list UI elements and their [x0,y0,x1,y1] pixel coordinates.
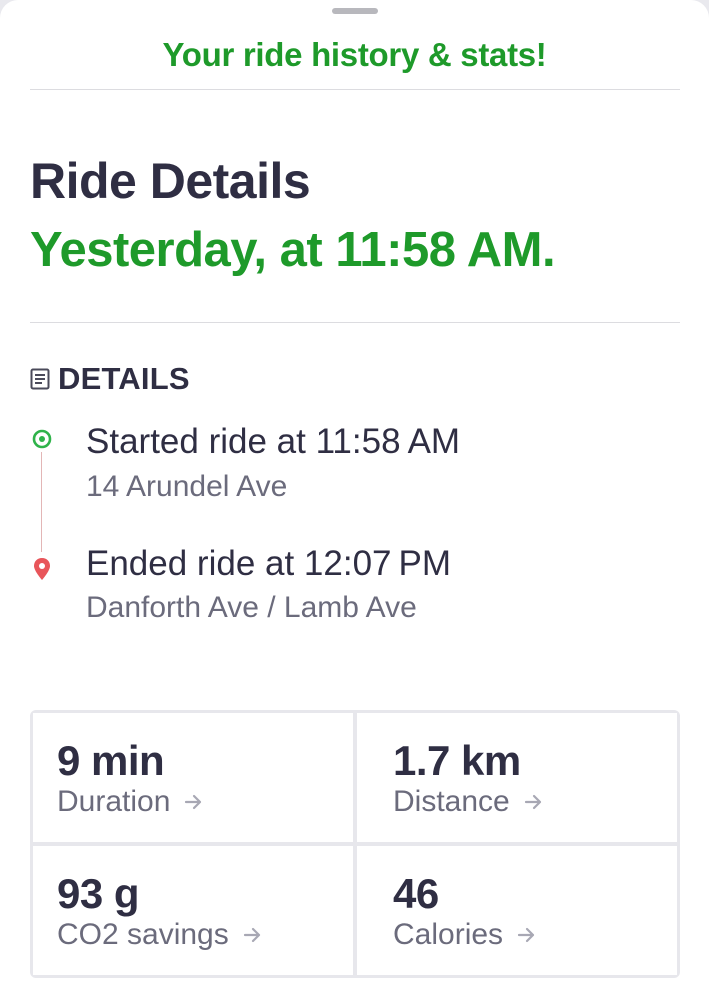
ride-details-sheet: Your ride history & stats! Ride Details … [0,0,709,1000]
stat-value: 9 min [57,737,165,784]
details-label: DETAILS [58,361,190,396]
document-icon [30,368,50,390]
sheet-grabber-handle[interactable] [332,8,378,14]
stat-label: Distance [393,785,544,819]
stat-distance[interactable]: 1.7 km Distance [357,713,677,842]
arrow-right-icon [517,927,535,943]
ride-end-address: Danforth Ave / Lamb Ave [86,591,417,624]
arrow-right-icon [243,927,260,943]
arrow-right-icon [524,794,541,810]
ride-end-title: Ended ride at 12:07 PM [86,544,452,583]
ride-start-address: 14 Arundel Ave [86,470,288,503]
stat-calories[interactable]: 46 Calories [357,846,677,975]
stat-value: 93 g [57,870,140,917]
arrow-right-icon [185,794,202,810]
sheet-header-title: Your ride history & stats! [162,36,547,73]
stat-label: Duration [57,785,204,819]
section-divider [30,322,680,323]
ride-details-title: Ride Details [30,153,311,209]
start-pin-icon [32,429,52,449]
end-pin-icon [34,558,50,580]
stat-label: Calories [393,918,537,952]
stat-label-text: CO2 savings [57,918,229,951]
ride-stats-grid: 9 min Duration 1.7 km Distance 93 g CO2 … [30,710,680,978]
stat-value: 46 [393,870,439,917]
header-divider [30,89,680,90]
stat-co2-savings[interactable]: 93 g CO2 savings [33,846,353,975]
stat-value: 1.7 km [393,737,521,784]
stat-duration[interactable]: 9 min Duration [33,713,353,842]
ride-start-title: Started ride at 11:58 AM [86,422,461,461]
details-section-header: DETAILS [30,361,190,396]
route-timeline-line [41,452,42,552]
stat-label: CO2 savings [57,918,263,952]
stat-label-text: Duration [57,785,171,818]
ride-time: Yesterday, at 11:58 AM. [30,223,556,277]
stat-label-text: Calories [393,918,504,951]
stat-label-text: Distance [393,785,510,818]
